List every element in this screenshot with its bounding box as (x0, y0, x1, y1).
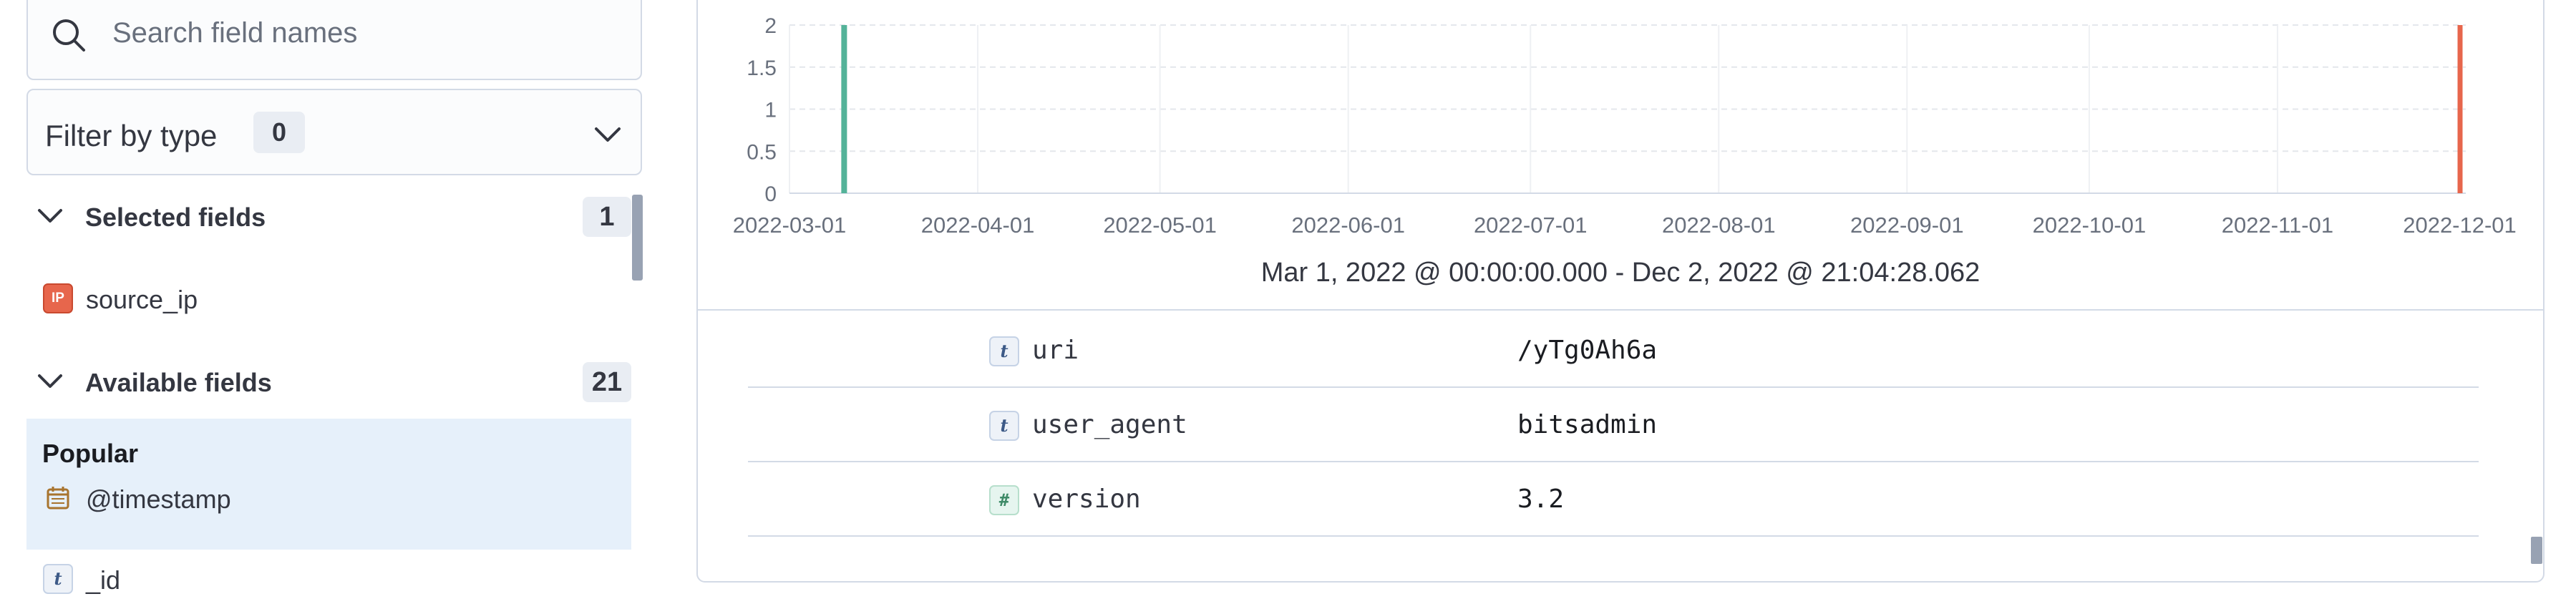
ip-type-icon: IP (43, 283, 73, 313)
popular-fields-title: Popular (42, 439, 139, 468)
available-fields-title: Available fields (85, 368, 272, 397)
string-type-icon: t (43, 564, 73, 594)
filter-by-type-button[interactable]: Filter by type 0 (26, 89, 642, 175)
histogram-bar (841, 25, 847, 193)
field-list-sidebar: Search field names Filter by type 0 Sele… (0, 0, 658, 609)
selected-fields-count: 1 (583, 197, 631, 237)
sidebar-scrollbar[interactable] (632, 195, 643, 281)
doc-field-name: version (1032, 484, 1141, 514)
x-tick-label: 2022-11-01 (2222, 213, 2333, 238)
field-name: @timestamp (86, 484, 231, 514)
x-tick-label: 2022-09-01 (1850, 213, 1964, 238)
x-tick-label: 2022-05-01 (1103, 213, 1217, 238)
doc-field-name: user_agent (1032, 410, 1187, 439)
selected-fields-toggle[interactable]: Selected fields 1 (26, 191, 631, 241)
x-tick-label: 2022-03-01 (733, 213, 847, 238)
filter-by-type-label: Filter by type (45, 119, 218, 152)
doc-field-value: 3.2 (1517, 484, 1565, 514)
document-scrollbar[interactable] (2531, 537, 2542, 564)
available-fields-count: 21 (583, 362, 631, 402)
search-placeholder: Search field names (112, 17, 358, 49)
x-tick-label: 2022-08-01 (1662, 213, 1776, 238)
y-tick-label: 0 (764, 182, 777, 206)
chevron-down-icon (595, 127, 621, 142)
y-tick-label: 1 (764, 99, 777, 122)
histogram-chart: 0 0.5 1 1.5 2 2022-03-01 2022-04-01 2022-05-01 2… (733, 14, 2517, 238)
doc-field-name: uri (1032, 336, 1079, 365)
selected-fields-title: Selected fields (85, 203, 266, 232)
x-tick-label: 2022-07-01 (1474, 213, 1588, 238)
doc-row-user-agent: t user_agent bitsadmin (748, 386, 2479, 462)
doc-field-value: /yTg0Ah6a (1517, 336, 1658, 365)
search-icon (53, 19, 85, 52)
filter-count-badge: 0 (253, 112, 305, 153)
x-tick-label: 2022-04-01 (921, 213, 1035, 238)
now-marker-line (2457, 25, 2463, 193)
field-name: _id (86, 565, 121, 595)
doc-row-version: # version 3.2 (748, 461, 2479, 537)
y-tick-label: 2 (764, 14, 777, 38)
search-field-input[interactable]: Search field names (26, 0, 642, 80)
time-range-label: Mar 1, 2022 @ 00:00:00.000 - Dec 2, 2022… (1260, 258, 1980, 288)
chart-divider (698, 309, 2543, 311)
field-name: source_ip (86, 285, 198, 314)
chevron-down-icon (38, 209, 62, 223)
x-tick-label: 2022-10-01 (2033, 213, 2147, 238)
available-fields-toggle[interactable]: Available fields 21 (26, 356, 631, 406)
x-tick-label: 2022-06-01 (1291, 213, 1405, 238)
doc-row-uri: t uri /yTg0Ah6a (748, 312, 2479, 388)
calendar-icon (47, 487, 69, 510)
chevron-down-icon (38, 374, 62, 388)
y-tick-label: 0.5 (747, 140, 777, 164)
string-type-icon: t (989, 336, 1019, 366)
y-tick-label: 1.5 (747, 57, 777, 80)
number-type-icon: # (989, 485, 1019, 515)
string-type-icon: t (989, 411, 1019, 441)
x-tick-label: 2022-12-01 (2403, 213, 2517, 238)
doc-field-value: bitsadmin (1517, 410, 1658, 439)
